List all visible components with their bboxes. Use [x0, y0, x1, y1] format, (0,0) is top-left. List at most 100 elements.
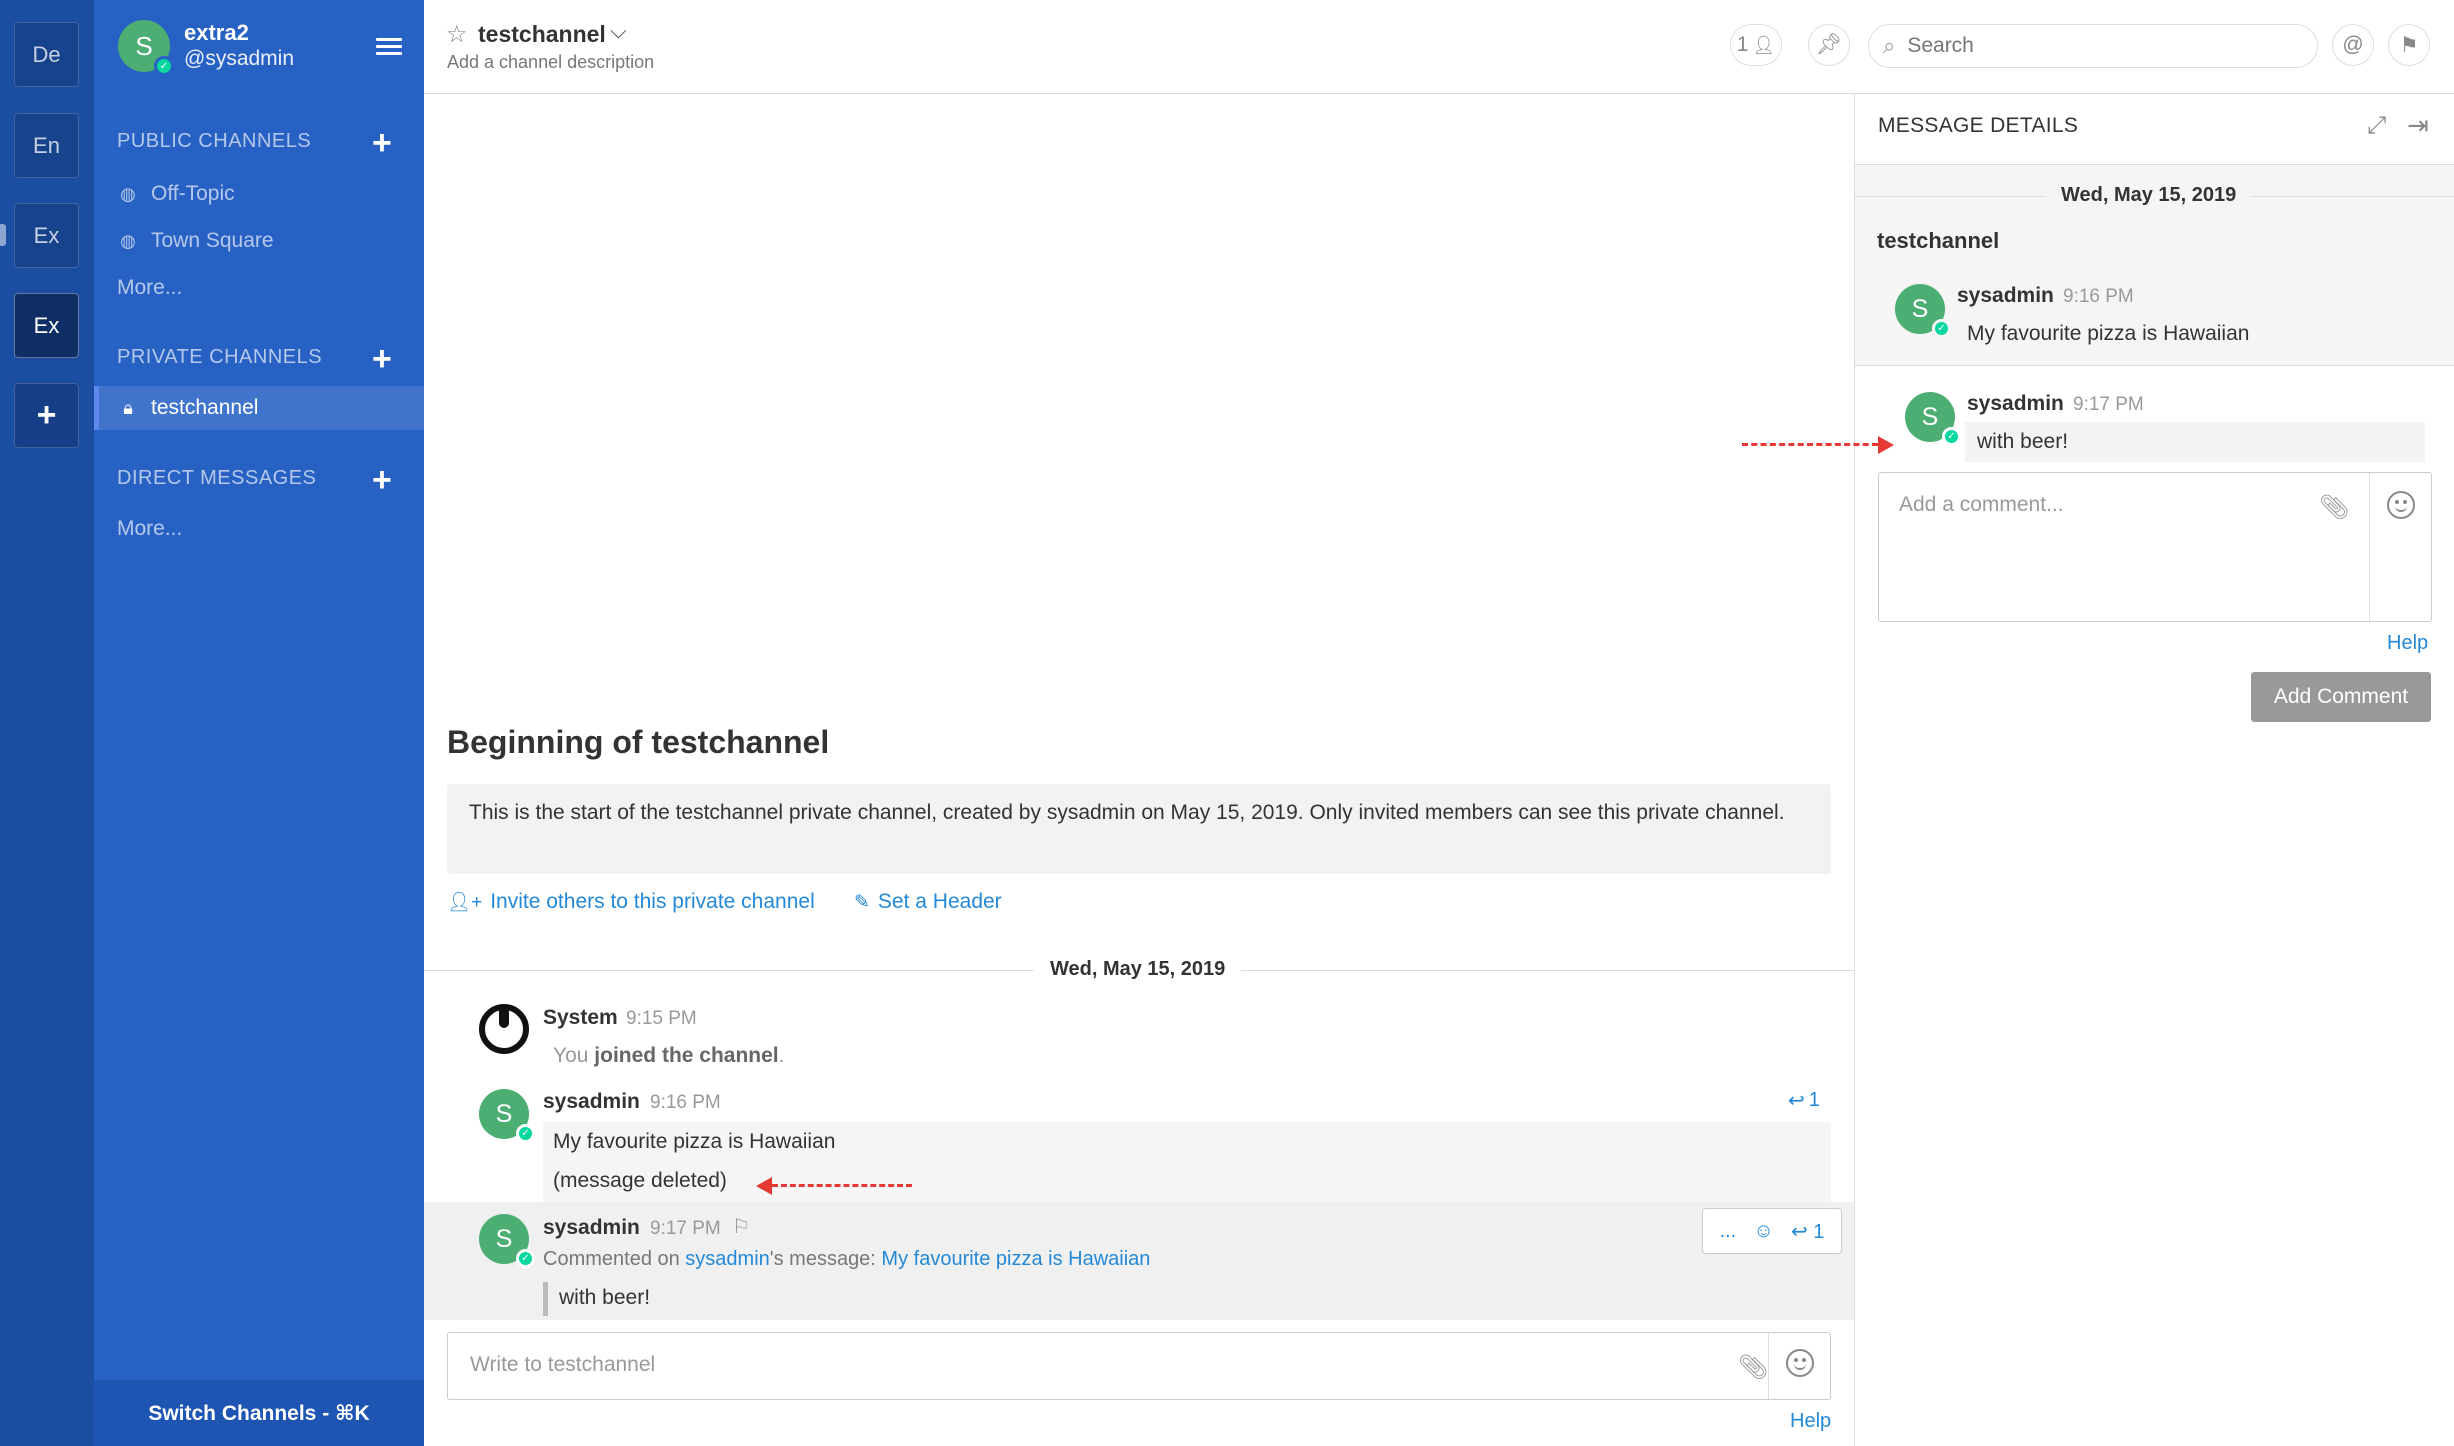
attachment-icon[interactable]: 📎︎: [2319, 493, 2349, 522]
search-icon: ⌕: [1883, 33, 1896, 58]
sidebar-item-town-square[interactable]: ◍ Town Square: [94, 219, 424, 263]
team-button-ex-1[interactable]: Ex: [14, 203, 79, 268]
flag-icon[interactable]: ⚑: [2388, 24, 2430, 66]
direct-messages-title: DIRECT MESSAGES: [117, 467, 317, 489]
globe-icon: ◍: [120, 230, 136, 251]
more-actions-icon[interactable]: ...: [1720, 1220, 1737, 1243]
commented-user-link[interactable]: sysadmin: [685, 1248, 769, 1270]
switch-channels-button[interactable]: Switch Channels - ⌘K: [94, 1380, 424, 1446]
search-box[interactable]: ⌕: [1868, 24, 2318, 68]
post-username[interactable]: sysadmin: [1967, 392, 2064, 416]
globe-icon: ◍: [120, 183, 136, 204]
message-input[interactable]: [470, 1353, 1690, 1377]
close-panel-icon[interactable]: ⇥: [2407, 110, 2429, 141]
favorite-star-icon[interactable]: ☆: [446, 20, 468, 49]
center-channel: Beginning of testchannel This is the sta…: [424, 94, 1854, 1446]
online-status-icon: ✓: [516, 1249, 535, 1268]
expand-icon[interactable]: ⤢: [2367, 112, 2386, 140]
public-channels-more-link[interactable]: More...: [117, 276, 182, 300]
pin-icon[interactable]: 📌︎: [1808, 24, 1850, 66]
add-team-button[interactable]: +: [14, 383, 79, 448]
avatar[interactable]: S ✓: [1895, 284, 1951, 338]
system-message: You joined the channel.: [553, 1044, 785, 1067]
attachment-icon[interactable]: 📎︎: [1738, 1353, 1768, 1382]
online-status-icon: ✓: [1942, 427, 1961, 446]
input-divider: [2369, 473, 2370, 621]
lock-icon: 🔒︎: [123, 397, 133, 418]
set-header-label: Set a Header: [877, 890, 1002, 913]
main-menu-icon[interactable]: [376, 38, 402, 56]
channel-description-link[interactable]: Add a channel description: [447, 52, 654, 73]
post-time[interactable]: 9:15 PM: [626, 1008, 697, 1030]
add-direct-message-icon[interactable]: +: [372, 463, 392, 497]
team-button-en[interactable]: En: [14, 113, 79, 178]
sidebar-item-label: Off-Topic: [151, 182, 235, 205]
reply-icon: ↩: [1788, 1090, 1805, 1112]
avatar[interactable]: S ✓: [1905, 392, 1961, 446]
channel-intro-title: Beginning of testchannel: [447, 724, 830, 760]
team-name: extra2: [184, 20, 249, 45]
post-actions-menu: ... ☺ ↩ 1: [1702, 1208, 1842, 1254]
post-message: My favourite pizza is Hawaiian: [553, 1130, 836, 1153]
team-sidebar: De En Ex Ex +: [0, 0, 94, 1446]
channel-sidebar: S ✓ extra2 @sysadmin PUBLIC CHANNELS + ◍…: [94, 0, 424, 1446]
public-channels-title: PUBLIC CHANNELS: [117, 130, 312, 152]
emoji-reaction-icon[interactable]: ☺: [1753, 1220, 1773, 1243]
emoji-picker-icon[interactable]: [2387, 491, 2415, 519]
help-link[interactable]: Help: [2387, 632, 2428, 655]
search-input[interactable]: [1907, 34, 2288, 58]
post-username[interactable]: System: [543, 1006, 618, 1030]
channel-intro-text: This is the start of the testchannel pri…: [447, 784, 1831, 874]
member-icon: 👤︎: [1752, 34, 1776, 55]
sidebar-header: S ✓ extra2 @sysadmin: [94, 0, 424, 92]
commented-message-link[interactable]: My favourite pizza is Hawaiian: [881, 1248, 1150, 1270]
annotation-arrow-head: [1878, 436, 1894, 454]
add-user-icon: 👤︎+: [447, 892, 483, 913]
mentions-icon[interactable]: @: [2332, 24, 2374, 66]
post-time[interactable]: 9:16 PM: [650, 1092, 721, 1114]
invite-others-link[interactable]: 👤︎+ Invite others to this private channe…: [447, 890, 815, 914]
online-status-icon: ✓: [154, 56, 174, 76]
post-username[interactable]: sysadmin: [543, 1090, 640, 1114]
reply-count-button[interactable]: ↩ 1: [1788, 1088, 1820, 1113]
sidebar-item-label: Town Square: [151, 229, 274, 252]
pencil-icon: ✎: [854, 891, 870, 913]
help-link[interactable]: Help: [1790, 1410, 1831, 1433]
post-time[interactable]: 9:17 PM: [2073, 394, 2144, 416]
chevron-down-icon[interactable]: ⌵: [610, 18, 627, 44]
current-username: @sysadmin: [184, 47, 295, 70]
team-unread-marker: [0, 224, 6, 246]
add-comment-button[interactable]: Add Comment: [2251, 672, 2431, 722]
member-count-button[interactable]: 1 👤︎: [1730, 24, 1782, 66]
direct-messages-more-link[interactable]: More...: [117, 517, 182, 541]
avatar-initial: S: [135, 30, 153, 61]
message-details-panel: MESSAGE DETAILS ⤢ ⇥ Wed, May 15, 2019 te…: [1854, 94, 2454, 1446]
set-header-link[interactable]: ✎ Set a Header: [854, 890, 1002, 914]
sidebar-item-testchannel[interactable]: 🔒︎ testchannel: [94, 386, 424, 430]
commented-on-line: Commented on sysadmin's message: My favo…: [543, 1248, 1151, 1270]
reply-button[interactable]: ↩ 1: [1791, 1219, 1824, 1244]
team-button-ex-active[interactable]: Ex: [14, 293, 79, 358]
add-private-channel-icon[interactable]: +: [372, 342, 392, 376]
post-message: with beer!: [559, 1286, 651, 1309]
team-button-de[interactable]: De: [14, 22, 79, 87]
flag-icon[interactable]: ⚐: [732, 1214, 750, 1239]
sidebar-item-label: testchannel: [151, 396, 259, 419]
sidebar-item-off-topic[interactable]: ◍ Off-Topic: [94, 172, 424, 216]
add-public-channel-icon[interactable]: +: [372, 126, 392, 160]
channel-header: ☆ testchannel ⌵ Add a channel descriptio…: [424, 0, 2454, 94]
channel-name[interactable]: testchannel: [478, 21, 606, 48]
quote-bar: [543, 1282, 548, 1316]
message-input-box: 📎︎: [447, 1332, 1831, 1400]
post-username[interactable]: sysadmin: [543, 1216, 640, 1240]
avatar[interactable]: S ✓: [479, 1214, 535, 1268]
comment-input[interactable]: [1899, 493, 2339, 593]
system-logo-icon: [479, 1004, 529, 1054]
post-username[interactable]: sysadmin: [1957, 284, 2054, 308]
avatar[interactable]: S ✓: [479, 1089, 535, 1143]
emoji-picker-icon[interactable]: [1786, 1349, 1814, 1377]
annotation-arrow: [1742, 443, 1878, 446]
post-time[interactable]: 9:17 PM: [650, 1218, 721, 1240]
avatar[interactable]: S ✓: [118, 20, 174, 76]
post-time[interactable]: 9:16 PM: [2063, 286, 2134, 308]
